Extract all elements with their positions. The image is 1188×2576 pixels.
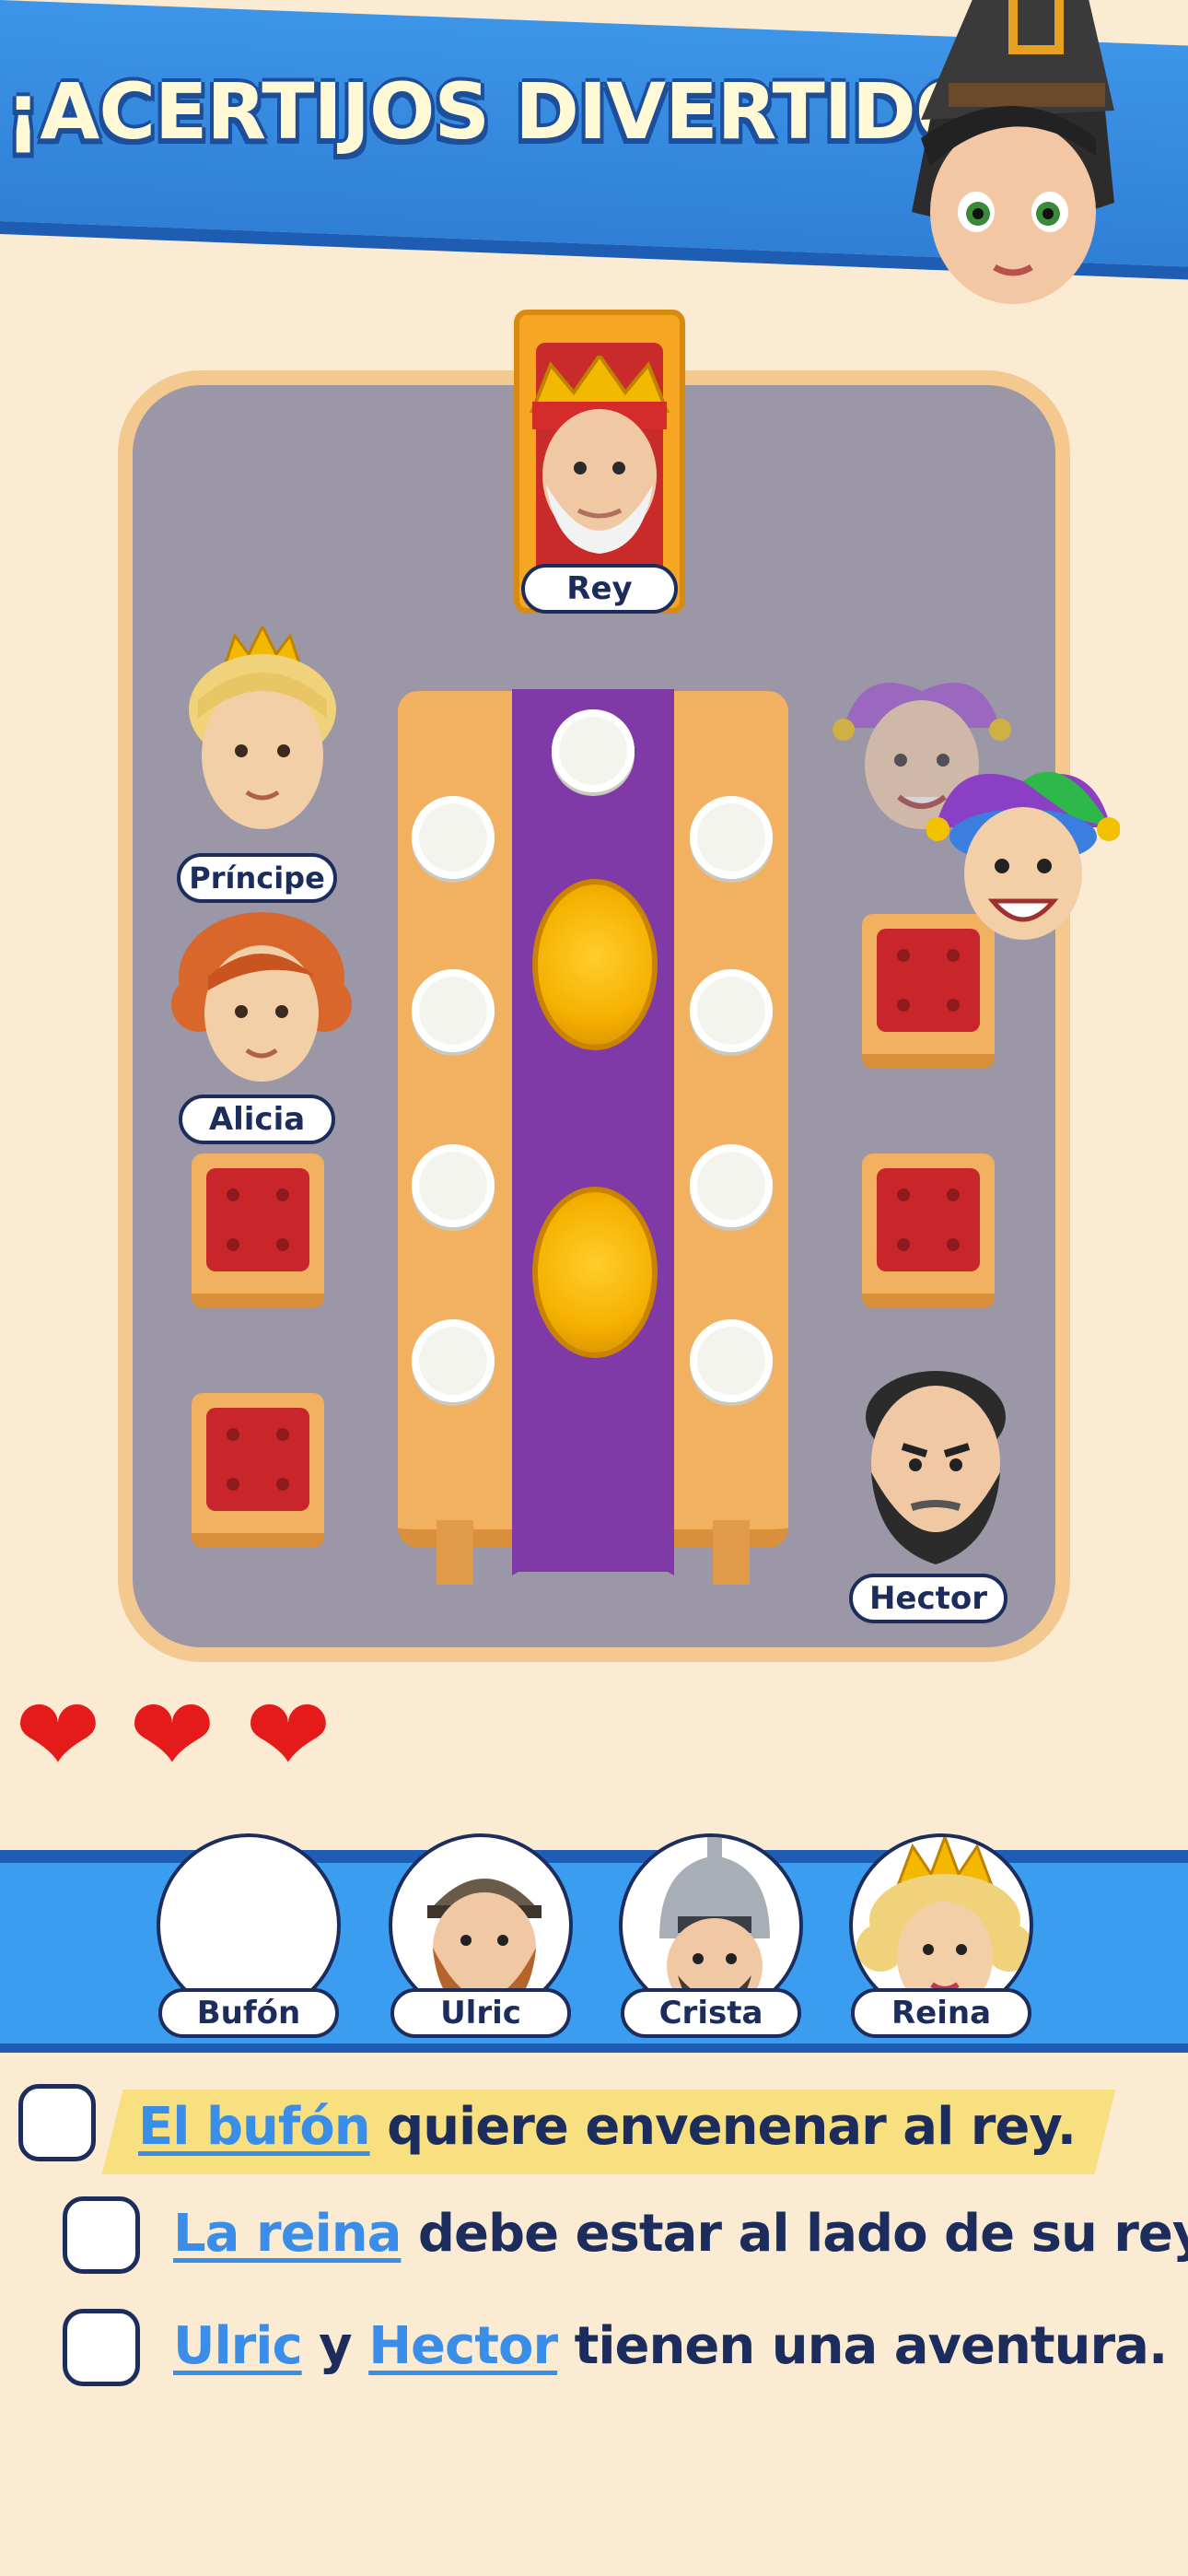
tray-label-bufon: Bufón bbox=[158, 1988, 339, 2038]
heart-icon: ❤ bbox=[129, 1676, 215, 1796]
plate-right-3[interactable] bbox=[690, 1144, 773, 1227]
tray-label-ulric: Ulric bbox=[390, 1988, 571, 2038]
tray-label-reina: Reina bbox=[851, 1988, 1031, 2038]
jester-emoji-icon[interactable] bbox=[926, 754, 1120, 956]
clue-3-subject-1[interactable]: Ulric bbox=[173, 2316, 303, 2376]
clue-1-subject[interactable]: El bufón bbox=[138, 2097, 371, 2157]
chair-left-3[interactable] bbox=[192, 1153, 324, 1308]
clue-1: El bufón quiere envenenar al rey. bbox=[138, 2097, 1077, 2157]
clue-checkbox-3[interactable] bbox=[63, 2309, 140, 2386]
plate-right-1[interactable] bbox=[690, 796, 773, 879]
plate-head[interactable] bbox=[552, 709, 635, 792]
clue-3: Ulric y Hector tienen una aventura. bbox=[173, 2316, 1169, 2376]
clue-2: La reina debe estar al lado de su rey. bbox=[173, 2204, 1188, 2264]
clue-checkbox-1[interactable] bbox=[18, 2084, 96, 2161]
heart-icon: ❤ bbox=[15, 1676, 101, 1796]
table-runner bbox=[512, 689, 674, 1572]
chair-right-3[interactable] bbox=[862, 1153, 995, 1308]
king-label: Rey bbox=[521, 564, 678, 614]
alicia-label: Alicia bbox=[179, 1095, 335, 1144]
witch-avatar-icon bbox=[912, 0, 1114, 304]
plate-left-3[interactable] bbox=[412, 1144, 495, 1227]
plate-left-1[interactable] bbox=[412, 796, 495, 879]
prince-emoji-icon[interactable] bbox=[175, 626, 350, 848]
clue-3-subject-2[interactable]: Hector bbox=[368, 2316, 558, 2376]
gold-platter bbox=[532, 1187, 658, 1358]
king-emoji-icon bbox=[530, 356, 670, 554]
table-runner-tip bbox=[512, 1529, 674, 1575]
chair-left-4[interactable] bbox=[192, 1393, 324, 1548]
plate-right-4[interactable] bbox=[690, 1319, 773, 1402]
table-leg bbox=[713, 1520, 750, 1585]
heart-icon: ❤ bbox=[245, 1676, 332, 1796]
clue-3-text: tienen una aventura. bbox=[557, 2316, 1169, 2376]
plate-left-2[interactable] bbox=[412, 969, 495, 1052]
gold-platter bbox=[532, 879, 658, 1050]
clue-3-connector: y bbox=[301, 2316, 369, 2376]
hector-label: Hector bbox=[849, 1574, 1007, 1623]
table-leg bbox=[437, 1520, 473, 1585]
clue-2-text: debe estar al lado de su rey. bbox=[401, 2204, 1188, 2264]
prince-label: Príncipe bbox=[177, 853, 337, 903]
plate-right-2[interactable] bbox=[690, 969, 773, 1052]
redhead-woman-emoji-icon[interactable] bbox=[171, 903, 352, 1096]
bearded-man-emoji-icon[interactable] bbox=[856, 1362, 1015, 1579]
clue-1-text: quiere envenenar al rey. bbox=[369, 2097, 1077, 2157]
clue-2-subject[interactable]: La reina bbox=[173, 2204, 402, 2264]
plate-left-4[interactable] bbox=[412, 1319, 495, 1402]
tray-label-crista: Crista bbox=[621, 1988, 801, 2038]
clue-checkbox-2[interactable] bbox=[63, 2196, 140, 2274]
